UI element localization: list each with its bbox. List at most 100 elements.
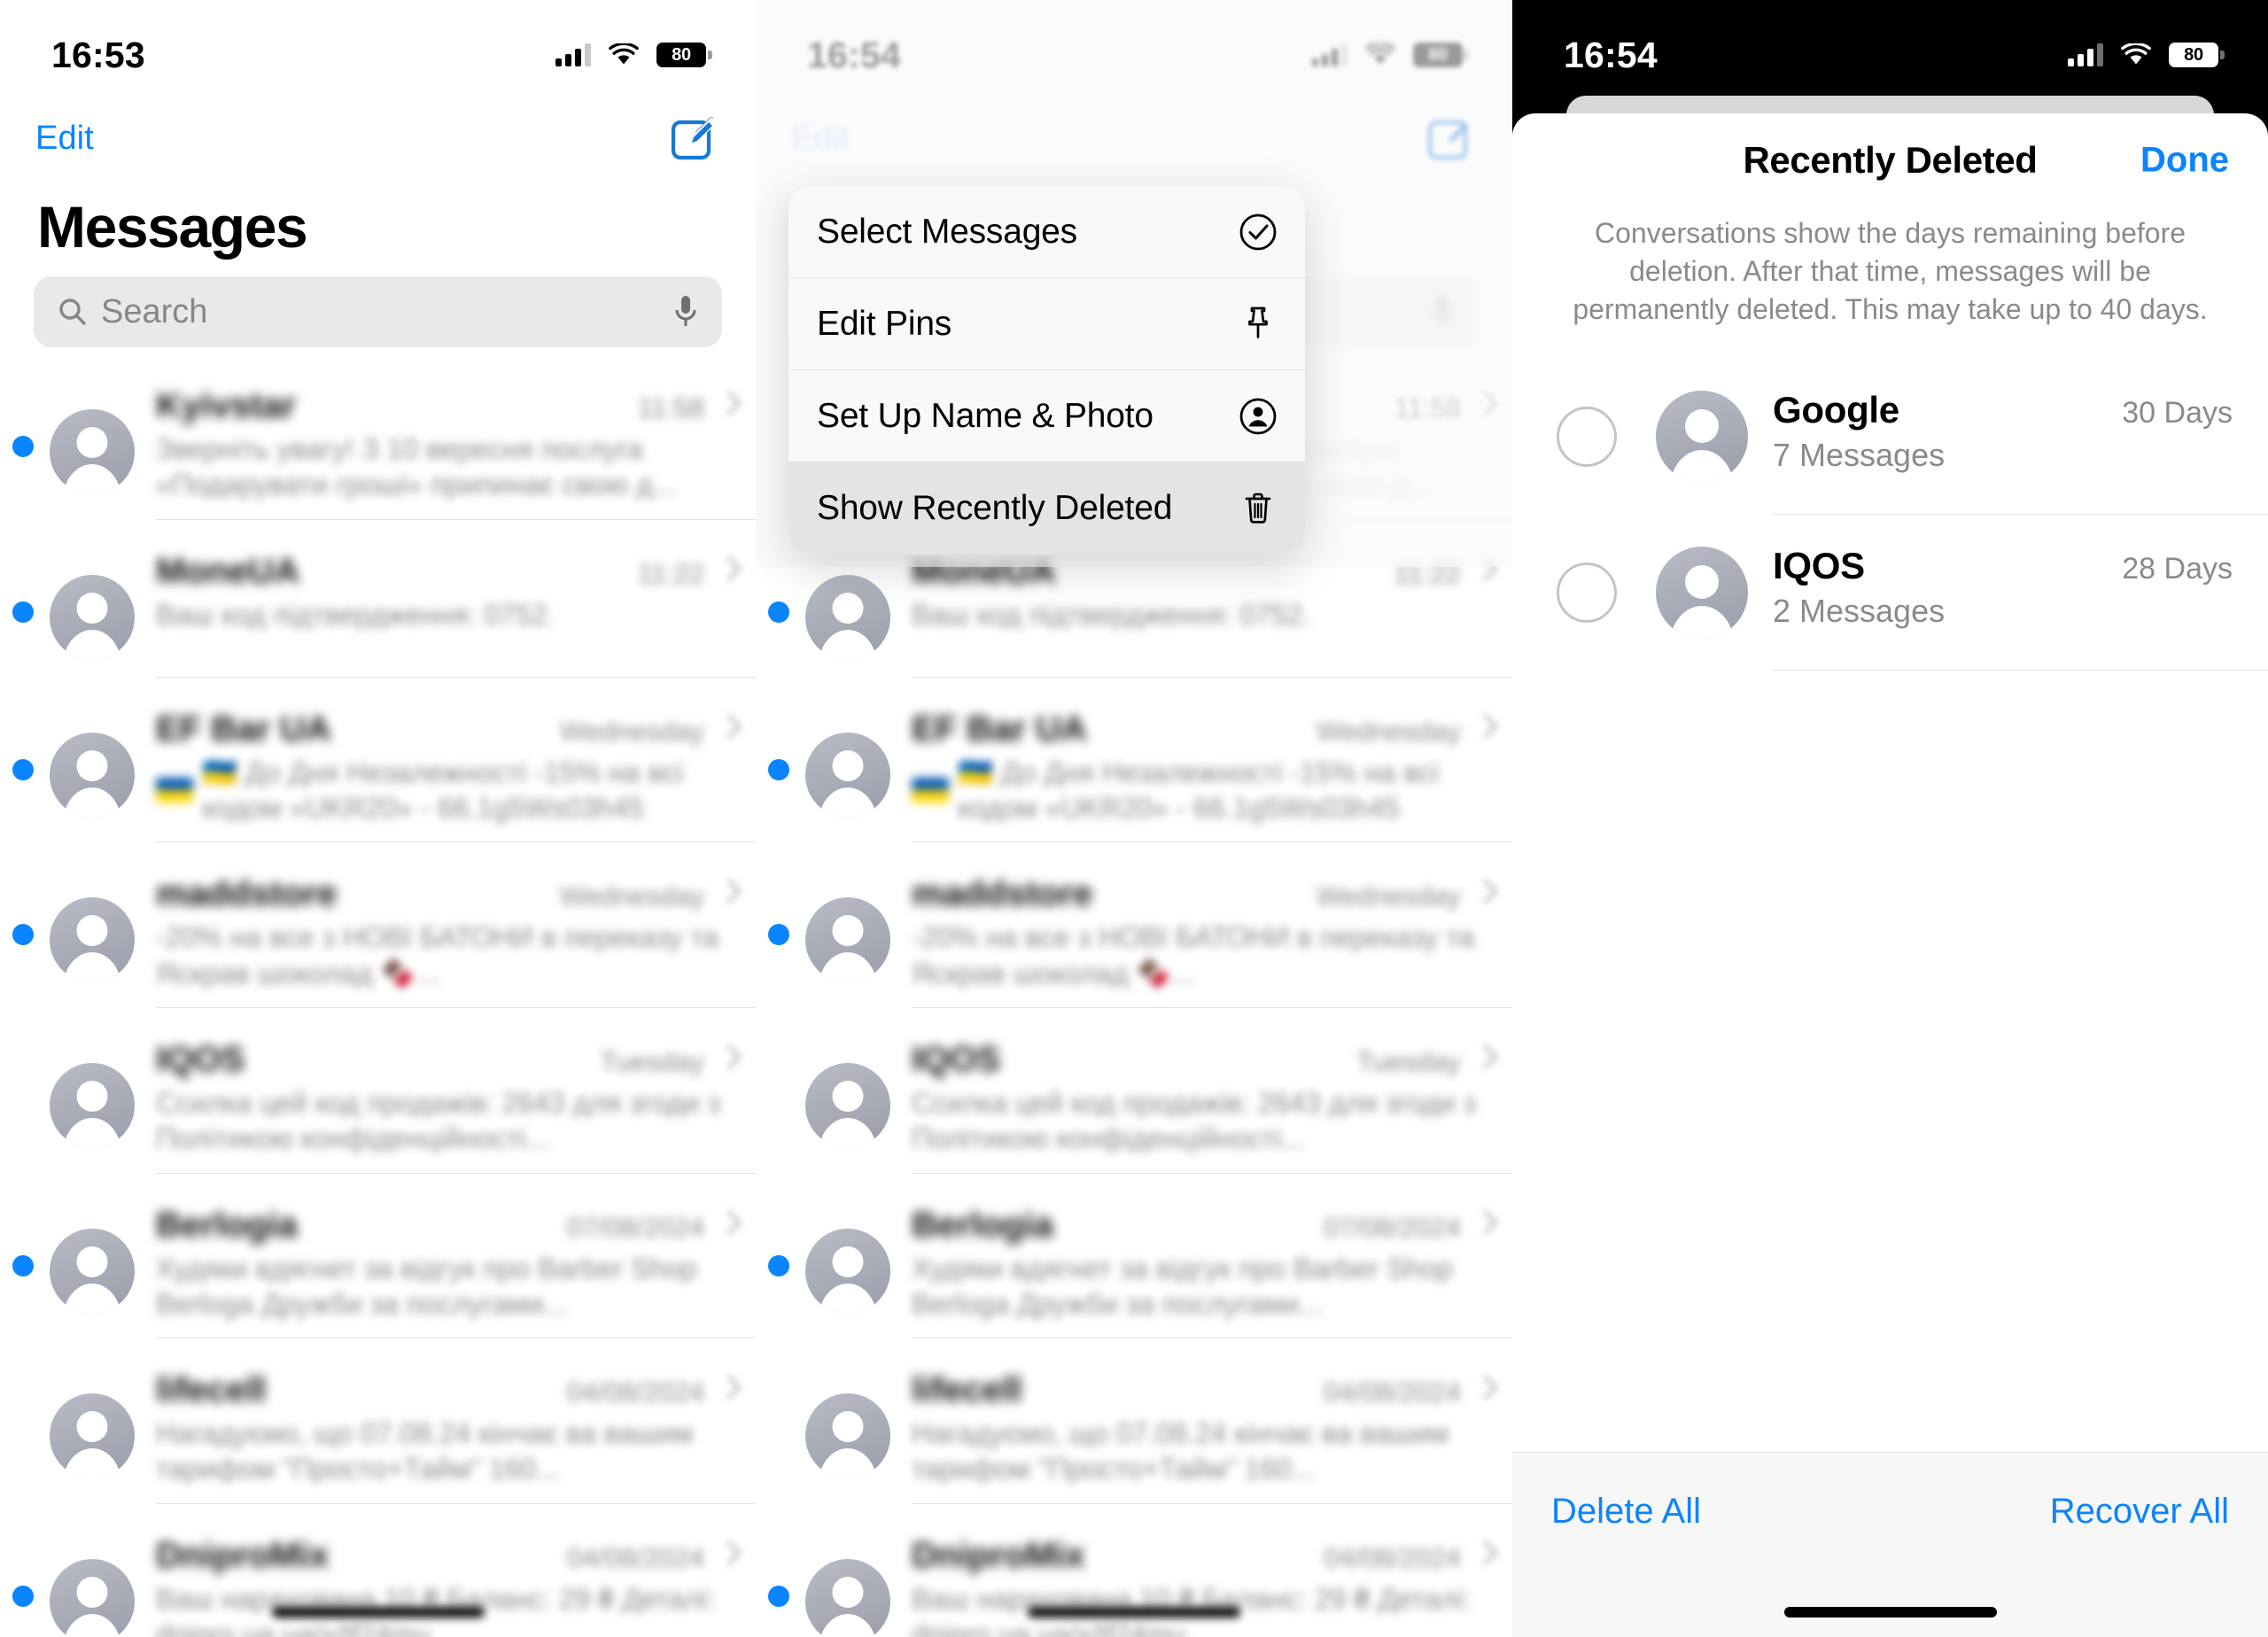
recover-all-button[interactable]: Recover All <box>2050 1492 2229 1532</box>
table-row[interactable]: Google 30 Days 7 Messages <box>1512 359 2268 515</box>
battery-level: 80 <box>672 44 691 65</box>
menu-item-set-up-name-photo[interactable]: Set Up Name & Photo <box>788 370 1305 462</box>
list-item[interactable]: IQOS Tuesday Ссилка цей код продажів: 26… <box>0 1024 756 1190</box>
list-item[interactable]: lifecell 04/08/2024 Нагадуємо, що 07.08.… <box>0 1354 756 1520</box>
conversation-time: Wednesday <box>1316 715 1461 747</box>
recently-deleted-sheet: Recently Deleted Done Conversations show… <box>1512 113 2268 1637</box>
conversation-time: 04/08/2024 <box>566 1377 704 1408</box>
delete-all-button[interactable]: Delete All <box>1551 1492 1701 1532</box>
list-item[interactable]: maddstore Wednesday -20% на все з НОВІ Б… <box>756 858 1512 1024</box>
conversation-preview: Ваш код підтвердження: 0752. <box>156 598 555 631</box>
compose-icon[interactable] <box>1427 113 1477 163</box>
conversation-preview: Ваш код підтвердження: 0752. <box>912 598 1311 631</box>
conversation-time: 11:22 <box>637 557 704 589</box>
menu-item-show-recently-deleted[interactable]: Show Recently Deleted <box>788 462 1305 555</box>
conversation-name: maddstore <box>156 874 338 914</box>
status-bar: 16:54 80 <box>1512 0 2268 96</box>
selection-checkbox[interactable] <box>1557 406 1617 467</box>
table-row[interactable]: IQOS 28 Days 2 Messages <box>1512 515 2268 671</box>
deleted-conversation-name: Google <box>1773 388 1899 431</box>
conversation-name: EF Bar UA <box>156 709 331 749</box>
chevron-right-icon <box>720 391 736 417</box>
conversation-time: 11:58 <box>637 392 704 423</box>
conversation-time: 07/08/2024 <box>1323 1211 1461 1243</box>
unread-dot <box>12 758 34 780</box>
days-remaining: 28 Days <box>2122 551 2233 586</box>
unread-dot <box>768 1090 789 1111</box>
conversation-preview: Ссилка цей код продажів: 2643 для згоди … <box>912 1086 1477 1155</box>
ukraine-flag-icon <box>912 777 949 803</box>
list-item[interactable]: Kyivstar 11:58 Зверніть увагу! З 10 вере… <box>0 370 756 536</box>
microphone-icon[interactable] <box>1429 294 1456 330</box>
unread-dot <box>768 436 789 457</box>
conversation-time: Wednesday <box>1316 881 1461 912</box>
cellular-bars-icon <box>555 43 591 66</box>
list-item[interactable]: DniproMix 04/08/2024 Ваш нарахована 10 ₴… <box>756 1520 1512 1637</box>
list-item[interactable]: MoneUA 11:22 Ваш код підтвердження: 0752… <box>0 536 756 694</box>
chevron-right-icon <box>720 556 736 583</box>
list-item[interactable]: DniproMix 04/08/2024 Ваш нарахована 10 ₴… <box>0 1520 756 1637</box>
unread-dot <box>12 1254 34 1276</box>
list-item[interactable]: MoneUA 11:22 Ваш код підтвердження: 0752… <box>756 536 1512 694</box>
conversation-name: maddstore <box>912 874 1093 914</box>
page-title: Messages <box>37 194 308 260</box>
conversation-time: 04/08/2024 <box>1323 1541 1461 1573</box>
conversation-name: Kyivstar <box>156 386 296 425</box>
context-menu: Select Messages Edit Pins Set Up Name & … <box>788 186 1305 555</box>
list-item[interactable]: EF Bar UA Wednesday 🇺🇦 До Дня Незалежнос… <box>756 694 1512 859</box>
search-input[interactable]: Search <box>34 276 722 347</box>
edit-button[interactable]: Edit <box>791 120 850 158</box>
avatar <box>50 1558 135 1637</box>
unread-dot <box>768 601 789 623</box>
conversation-name: IQOS <box>156 1039 245 1079</box>
trash-icon <box>1238 488 1278 529</box>
compose-icon[interactable] <box>671 113 720 163</box>
status-bar: 16:53 80 <box>0 0 756 96</box>
list-item[interactable]: Berlogia 07/08/2024 Худяки вдягнет за ві… <box>0 1190 756 1355</box>
home-indicator <box>271 1607 485 1618</box>
status-indicators: 80 <box>555 42 712 67</box>
avatar <box>50 1228 135 1314</box>
nav-bar: Edit <box>0 96 756 181</box>
menu-item-edit-pins[interactable]: Edit Pins <box>788 278 1305 370</box>
avatar <box>1656 390 1748 483</box>
panel-messages-list: 16:53 80 Edit Messages Search Kyivstar 1… <box>0 0 756 1637</box>
avatar <box>805 1062 890 1148</box>
avatar <box>805 732 890 818</box>
list-item[interactable]: Berlogia 07/08/2024 Худяки вдягнет за ві… <box>756 1190 1512 1355</box>
chevron-right-icon <box>1477 1375 1493 1401</box>
list-item[interactable]: lifecell 04/08/2024 Нагадуємо, що 07.08.… <box>756 1354 1512 1520</box>
edit-button[interactable]: Edit <box>35 120 94 158</box>
conversation-preview: Зверніть увагу! З 10 вересня послуга «По… <box>156 433 677 501</box>
cellular-bars-icon <box>2068 43 2103 66</box>
done-button[interactable]: Done <box>2140 141 2229 181</box>
microphone-icon[interactable] <box>672 294 699 330</box>
panel-recently-deleted: 16:54 80 Recently Deleted Done Conversat… <box>1512 0 2268 1637</box>
panel-context-menu: 16:54 80 Edit Messages <box>756 0 1512 1637</box>
conversation-name: DniproMix <box>156 1535 330 1575</box>
search-icon <box>57 296 89 328</box>
conversation-name: MoneUA <box>912 551 1056 591</box>
conversation-name: IQOS <box>912 1039 1001 1079</box>
status-time: 16:53 <box>51 34 145 75</box>
list-item[interactable]: EF Bar UA Wednesday 🇺🇦 До Дня Незалежнос… <box>0 694 756 859</box>
conversation-preview: Худяки вдягнет за відгук про Barber Shop… <box>912 1252 1453 1320</box>
avatar <box>50 1393 135 1479</box>
conversation-name: lifecell <box>912 1370 1022 1410</box>
list-item[interactable]: maddstore Wednesday -20% на все з НОВІ Б… <box>0 858 756 1024</box>
sheet-title: Recently Deleted <box>1743 139 2038 181</box>
chevron-right-icon <box>1477 1210 1493 1237</box>
avatar <box>50 574 135 660</box>
battery-icon: 80 <box>1413 43 1469 67</box>
list-item[interactable]: IQOS Tuesday Ссилка цей код продажів: 26… <box>756 1024 1512 1190</box>
selection-checkbox[interactable] <box>1557 562 1617 623</box>
checkmark-circle-icon <box>1238 212 1278 252</box>
conversation-name: DniproMix <box>912 1535 1085 1575</box>
person-circle-icon <box>1238 396 1278 437</box>
status-indicators: 80 <box>1312 42 1469 67</box>
unread-dot <box>12 601 34 623</box>
conversation-preview: Нагадуємо, що 07.08.24 кінчає ва вашим т… <box>912 1417 1449 1486</box>
unread-dot <box>768 924 789 946</box>
menu-item-select-messages[interactable]: Select Messages <box>788 186 1305 278</box>
unread-dot <box>768 758 789 780</box>
